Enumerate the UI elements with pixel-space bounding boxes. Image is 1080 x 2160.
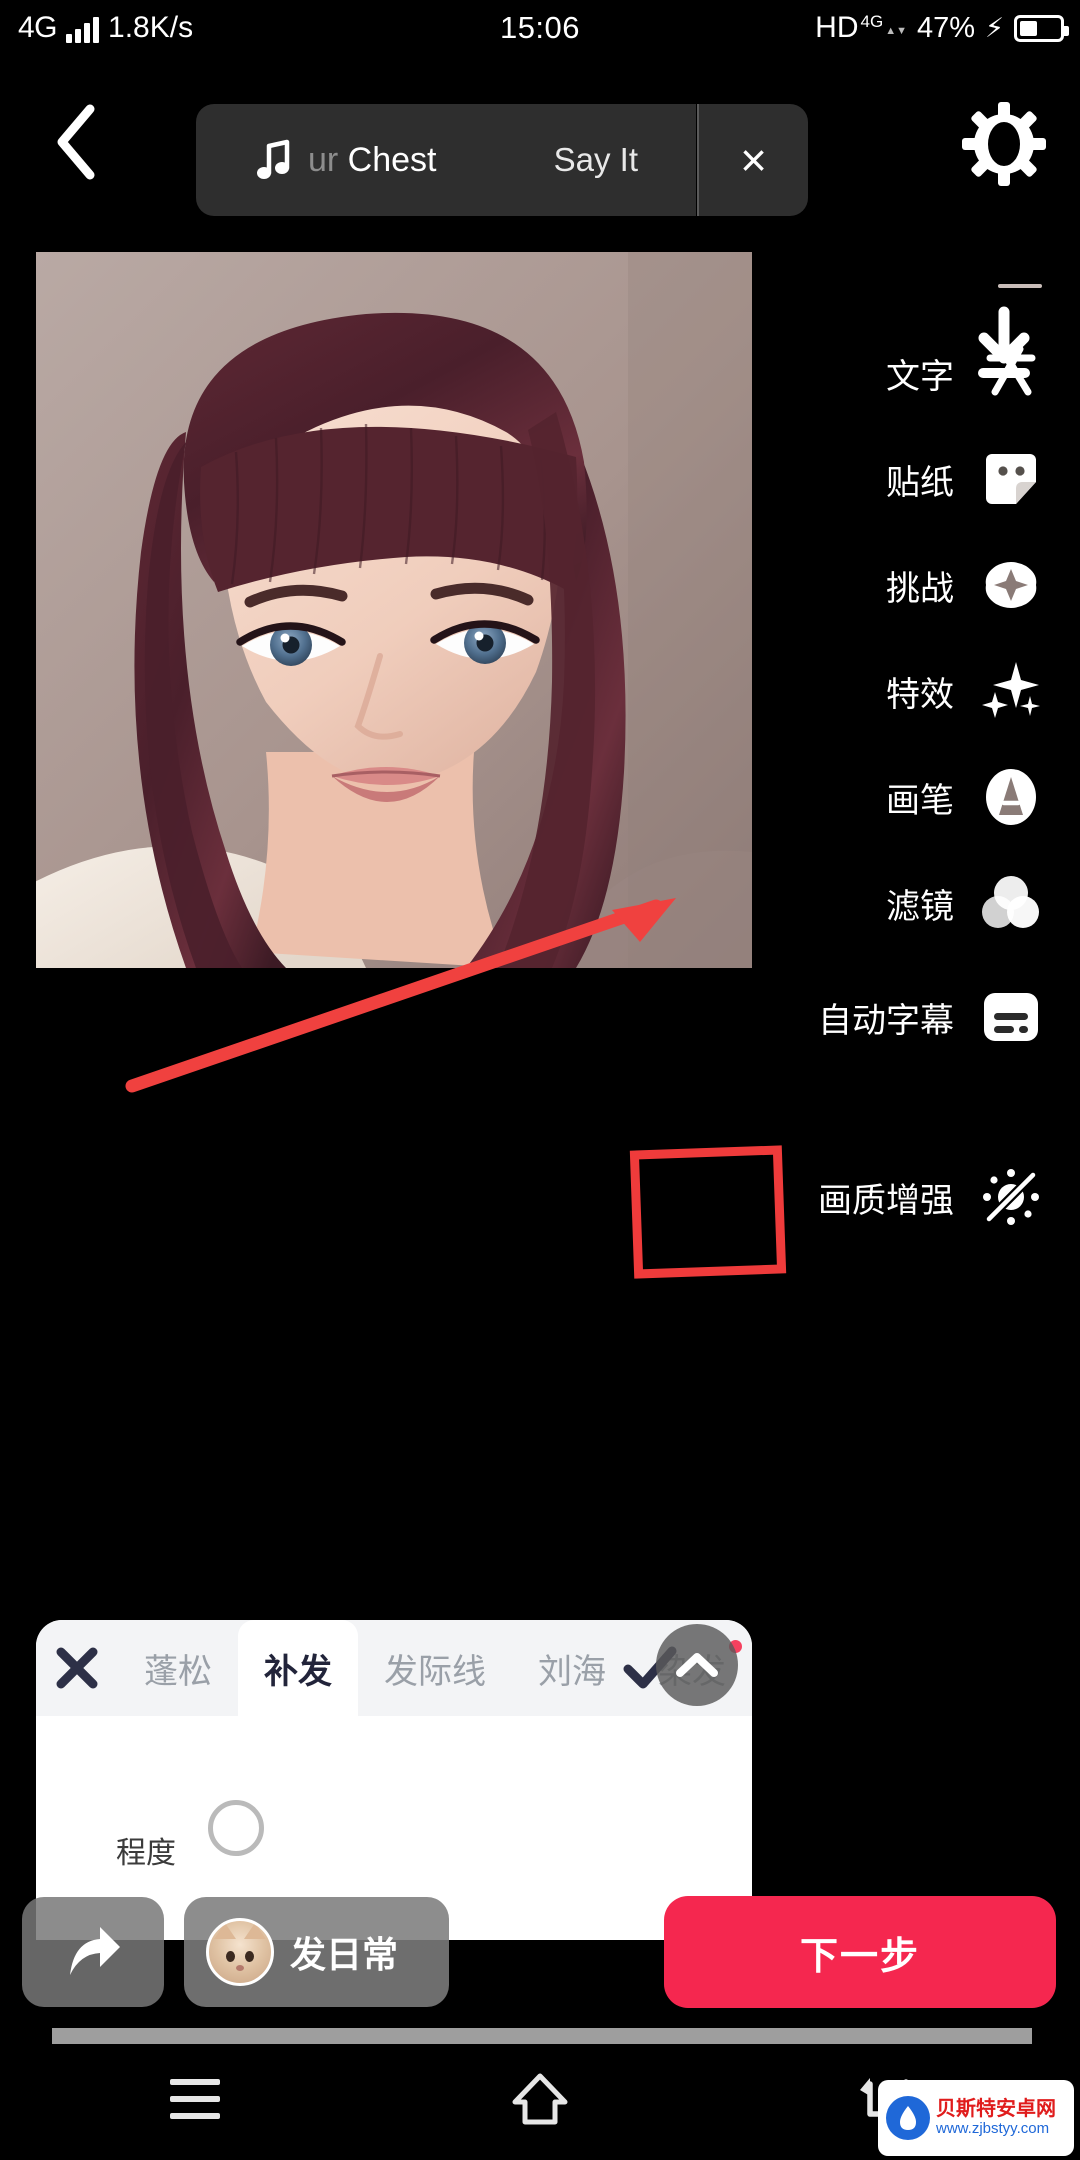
filter-circles-icon [980, 872, 1042, 934]
hd-sup-label: 4G [860, 12, 884, 31]
settings-button[interactable] [958, 98, 1050, 190]
tool-item-sticker[interactable]: 贴纸 [750, 426, 1080, 532]
music-close-button[interactable]: × [697, 104, 808, 216]
tool-item-brush[interactable]: 画笔 [750, 744, 1080, 850]
back-button[interactable] [36, 102, 116, 182]
battery-icon [1014, 14, 1069, 42]
post-daily-button[interactable]: 发日常 [184, 1897, 449, 2007]
tool-item-quality-enhance[interactable]: 画质增强 [750, 1144, 1080, 1250]
sticker-icon [980, 448, 1042, 510]
tool-label: 特效 [886, 675, 954, 714]
tab-label: 刘海 [538, 1652, 606, 1691]
nav-recents-button[interactable] [150, 2066, 240, 2132]
tab-songsong[interactable]: 蓬松 [118, 1620, 238, 1716]
tool-label: 滤镜 [886, 887, 954, 926]
sheet-bottom-edge [52, 2028, 1032, 2044]
watermark-text: 贝斯特安卓网 www.zjbstyy.com [936, 2098, 1056, 2137]
degree-label: 程度 [116, 1837, 176, 1870]
editor-top-bar: ur Chest Say It × [0, 56, 1080, 378]
post-daily-label: 发日常 [290, 1934, 399, 1975]
photo-preview-canvas[interactable] [36, 252, 752, 968]
editor-tool-rail: 文字 贴纸 挑战 特效 画笔 滤镜 自动字幕 画质增强 [750, 262, 1080, 1250]
degree-slider-knob[interactable] [208, 1800, 264, 1856]
collapse-panel-button[interactable] [656, 1624, 738, 1706]
app-screen: 4G 1.8K/s 15:06 HD 4G ▲▼ 47% ⚡ ur Chest … [0, 0, 1080, 2160]
next-step-label: 下一步 [799, 1935, 920, 1978]
charging-bolt-icon: ⚡ [985, 12, 1004, 43]
recents-menu-icon [170, 2079, 220, 2119]
next-step-button[interactable]: 下一步 [664, 1896, 1056, 2008]
bottom-action-bar: 发日常 下一步 [0, 1886, 1080, 2018]
tool-label: 文字 [886, 357, 954, 396]
tab-label: 蓬松 [144, 1652, 212, 1691]
share-button[interactable] [22, 1897, 164, 2007]
tool-item-text[interactable]: 文字 [750, 320, 1080, 426]
sheet-tab-bar: 蓬松 补发 发际线 刘海 染发 [36, 1620, 752, 1716]
tab-hairline[interactable]: 发际线 [358, 1620, 512, 1716]
gear-icon [962, 102, 1046, 186]
tab-label: 补发 [264, 1652, 332, 1691]
music-title-visible: Chest [338, 140, 437, 179]
music-title-faded: ur [308, 140, 339, 179]
tab-label: 发际线 [384, 1652, 486, 1691]
chevron-up-icon [676, 1653, 718, 1677]
quality-enhance-off-icon [980, 1166, 1042, 1228]
site-watermark: 贝斯特安卓网 www.zjbstyy.com [878, 2080, 1074, 2156]
close-icon [56, 1647, 98, 1689]
music-title-label: ur Chest [308, 141, 437, 180]
rail-drag-handle[interactable] [998, 284, 1042, 288]
home-icon [512, 2073, 568, 2125]
tool-item-auto-subtitle[interactable]: 自动字幕 [750, 964, 1080, 1070]
data-arrows-icon: ▲▼ [885, 25, 907, 37]
share-arrow-icon [70, 1927, 120, 1975]
sheet-close-button[interactable] [36, 1644, 118, 1692]
rail-overlay [628, 252, 752, 968]
music-track-pill[interactable]: ur Chest Say It [196, 104, 696, 216]
tool-label: 自动字幕 [818, 1001, 954, 1040]
challenge-icon [980, 554, 1042, 616]
text-icon [980, 342, 1042, 404]
tool-label: 画质增强 [818, 1181, 954, 1220]
brush-icon [980, 766, 1042, 828]
music-note-icon [256, 139, 290, 180]
watermark-name: 贝斯特安卓网 [936, 2098, 1056, 2121]
tool-label: 挑战 [886, 569, 954, 608]
sparkle-effects-icon [980, 660, 1042, 722]
auto-subtitle-icon [980, 986, 1042, 1048]
status-right-group: HD 4G ▲▼ 47% ⚡ [815, 11, 1069, 45]
tool-label: 画笔 [886, 781, 954, 820]
watermark-url: www.zjbstyy.com [936, 2119, 1050, 2137]
music-subtitle-label: Say It [553, 141, 638, 178]
status-bar: 4G 1.8K/s 15:06 HD 4G ▲▼ 47% ⚡ [0, 0, 1080, 56]
tool-item-filter[interactable]: 滤镜 [750, 850, 1080, 956]
nav-home-button[interactable] [495, 2066, 585, 2132]
tool-item-effects[interactable]: 特效 [750, 638, 1080, 744]
tab-bangs[interactable]: 刘海 [512, 1620, 632, 1716]
avatar [206, 1918, 274, 1986]
hd-volte-indicator: HD 4G ▲▼ [815, 13, 907, 43]
tool-label: 贴纸 [886, 463, 954, 502]
battery-percent-label: 47% [916, 11, 976, 44]
tool-item-challenge[interactable]: 挑战 [750, 532, 1080, 638]
tab-bufa[interactable]: 补发 [238, 1620, 358, 1716]
chevron-left-icon [57, 104, 95, 180]
hd-label: HD [815, 11, 859, 44]
shield-drop-icon [886, 2096, 930, 2140]
close-icon: × [740, 134, 767, 186]
